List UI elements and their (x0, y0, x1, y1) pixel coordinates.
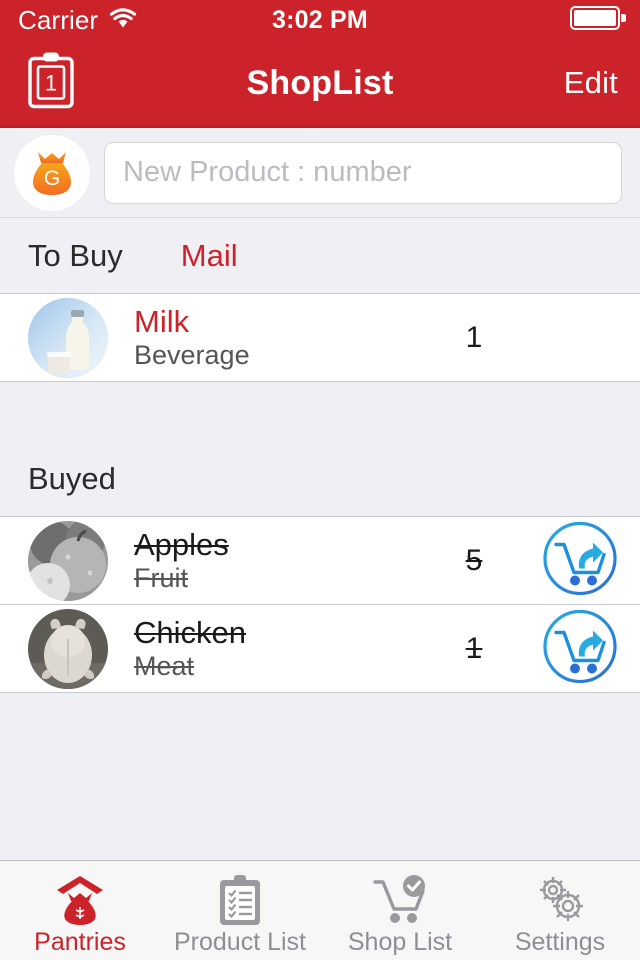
navigation-bar: 1 ShopList Edit (0, 40, 640, 128)
product-category: Fruit (134, 563, 188, 594)
status-bar-right (570, 0, 628, 40)
section-gap (0, 381, 640, 441)
list-empty-area (0, 692, 640, 860)
product-quantity: 1 (465, 320, 483, 354)
clipboard-button[interactable]: 1 (26, 51, 76, 116)
product-text: Chicken Meat (134, 614, 404, 682)
tab-label: Shop List (347, 928, 453, 956)
product-text: Milk Beverage (134, 303, 404, 371)
tab-bar: Pantries Product List Shop List Settings (0, 860, 640, 960)
money-bag-icon: G (21, 139, 83, 206)
tab-settings[interactable]: Settings (480, 861, 640, 960)
product-thumbnail (28, 608, 108, 689)
product-text: Apples Fruit (134, 526, 404, 594)
section-title: To Buy (28, 237, 123, 273)
restore-to-buy-button[interactable] (542, 608, 618, 689)
status-bar: Carrier 3:02 PM (0, 0, 640, 40)
section-header-to-buy: To Buy Mail (0, 218, 640, 293)
list-item[interactable]: Chicken Meat 1 (0, 604, 640, 692)
mail-button[interactable]: Mail (181, 238, 238, 274)
product-name: Apples (134, 526, 229, 562)
tab-shop-list[interactable]: Shop List (320, 861, 480, 960)
product-quantity: 1 (465, 631, 483, 665)
shopping-list: To Buy Mail Milk Beverage 1 Buyed Apples… (0, 218, 640, 860)
pantry-bag-icon (52, 872, 108, 928)
product-category: Beverage (134, 340, 250, 371)
clock-label: 3:02 PM (272, 5, 368, 34)
tab-label: Settings (514, 928, 606, 956)
status-bar-left: Carrier (18, 5, 138, 36)
battery-icon (570, 5, 628, 35)
product-thumbnail (28, 520, 108, 601)
shoplist-app: Carrier 3:02 PM 1 ShopList Edit G New Pr… (0, 0, 640, 960)
restore-to-buy-button[interactable] (542, 520, 618, 601)
svg-text:1: 1 (45, 71, 57, 96)
section-header-buyed: Buyed (0, 441, 640, 516)
list-item[interactable]: Apples Fruit 5 (0, 516, 640, 605)
money-bag-avatar[interactable]: G (14, 134, 90, 211)
tab-label: Pantries (34, 928, 126, 956)
gears-icon (532, 872, 588, 928)
product-name: Milk (134, 303, 190, 339)
cart-restore-icon (542, 520, 618, 601)
product-quantity: 5 (465, 543, 483, 577)
product-category: Meat (134, 651, 195, 682)
clipboard-checklist-icon (216, 872, 264, 928)
cart-check-icon (372, 872, 428, 928)
wifi-icon (108, 7, 138, 34)
new-product-input[interactable] (104, 141, 622, 204)
tab-label: Product List (173, 928, 306, 956)
page-title: ShopList (246, 63, 394, 102)
tab-pantries[interactable]: Pantries (0, 861, 160, 960)
product-name: Chicken (134, 614, 246, 650)
section-title: Buyed (28, 460, 116, 496)
svg-text:G: G (44, 167, 60, 190)
edit-button[interactable]: Edit (564, 65, 618, 101)
carrier-label: Carrier (18, 4, 99, 35)
product-thumbnail (28, 297, 108, 378)
new-product-row: G (0, 128, 640, 218)
clipboard-icon: 1 (26, 51, 76, 116)
tab-product-list[interactable]: Product List (160, 861, 320, 960)
list-item[interactable]: Milk Beverage 1 (0, 293, 640, 381)
cart-restore-icon (542, 608, 618, 689)
